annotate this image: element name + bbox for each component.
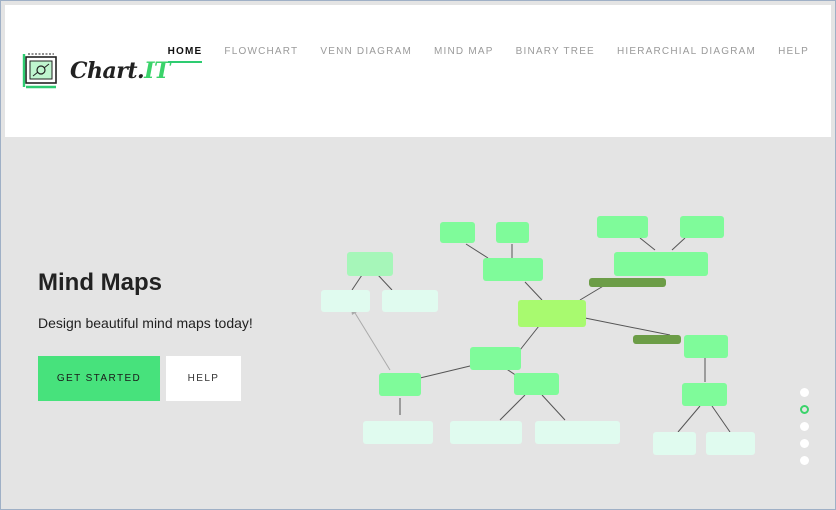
- mind-map-node: [379, 373, 421, 396]
- mind-map-node: [514, 373, 559, 395]
- mind-map-node: [614, 252, 708, 276]
- logo-text-accent: IT: [144, 58, 170, 84]
- mind-map-node: [347, 252, 393, 276]
- mind-map-node: [535, 421, 620, 444]
- mind-map-node: [706, 432, 755, 455]
- nav-item-binary-tree[interactable]: BINARY TREE: [516, 46, 595, 63]
- nav-item-venn-diagram[interactable]: VENN DIAGRAM: [320, 46, 412, 63]
- mind-map-node: [483, 258, 543, 281]
- mind-map-nodes: [321, 216, 755, 455]
- nav-item-help[interactable]: HELP: [778, 46, 809, 63]
- mind-map-node: [450, 421, 522, 444]
- mind-map-node: [321, 290, 370, 312]
- hero-subtitle: Design beautiful mind maps today!: [38, 315, 253, 331]
- mind-map-node: [363, 421, 433, 444]
- mind-map-node: [653, 432, 696, 455]
- main-nav: HOME FLOWCHART VENN DIAGRAM MIND MAP BIN…: [167, 46, 809, 63]
- nav-item-home[interactable]: HOME: [167, 46, 203, 63]
- nav-item-flowchart[interactable]: FLOWCHART: [224, 46, 298, 63]
- carousel-dot-4[interactable]: [800, 439, 809, 448]
- carousel-dot-5[interactable]: [800, 456, 809, 465]
- carousel-dot-3[interactable]: [800, 422, 809, 431]
- get-started-button[interactable]: GET STARTED: [38, 356, 160, 401]
- mind-map-illustration: [321, 216, 755, 455]
- site-header: Chart.IT HOME FLOWCHART VENN DIAGRAM MIN…: [5, 5, 831, 137]
- mind-map-node: [496, 222, 529, 243]
- chart-logo-icon: [22, 53, 57, 89]
- logo[interactable]: Chart.IT: [22, 51, 170, 91]
- mind-map-node: [440, 222, 475, 243]
- carousel-dot-2[interactable]: [800, 405, 809, 414]
- carousel-dot-1[interactable]: [800, 388, 809, 397]
- mind-map-node-dark: [633, 335, 681, 344]
- mind-map-node: [382, 290, 438, 312]
- hero-title: Mind Maps: [38, 269, 162, 296]
- logo-text-main: Chart.: [70, 58, 145, 84]
- nav-item-mind-map[interactable]: MIND MAP: [434, 46, 494, 63]
- mind-map-node: [680, 216, 724, 238]
- mind-map-node: [597, 216, 648, 238]
- mind-map-node-dark: [589, 278, 666, 287]
- logo-text: Chart.IT: [70, 58, 170, 84]
- mind-map-node-center: [518, 300, 586, 327]
- help-button[interactable]: HELP: [166, 356, 241, 401]
- mind-map-node: [470, 347, 521, 370]
- carousel-dots: [800, 388, 809, 465]
- nav-item-hierarchial-diagram[interactable]: HIERARCHIAL DIAGRAM: [617, 46, 756, 63]
- mind-map-node: [684, 335, 728, 358]
- mind-map-node: [682, 383, 727, 406]
